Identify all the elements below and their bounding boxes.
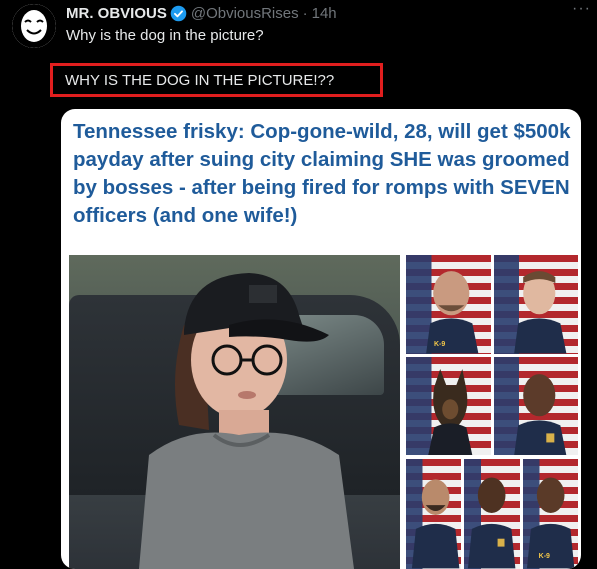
highlighted-caption-text: WHY IS THE DOG IN THE PICTURE!?? [65, 71, 335, 89]
tweet-header: MR. OBVIOUS @ObviousRises · 14h [66, 3, 587, 23]
highlighted-caption: WHY IS THE DOG IN THE PICTURE!?? [50, 63, 383, 97]
avatar-mask-icon [12, 4, 56, 48]
officer-photo [464, 459, 520, 569]
woman-in-cap-figure [139, 273, 354, 569]
officer-photo: K-9 [406, 255, 491, 354]
officer-photo [493, 356, 578, 455]
more-options-icon[interactable]: ··· [572, 0, 591, 18]
officer-photo-grid: K-9 [406, 255, 578, 455]
k9-patch-label: K-9 [538, 553, 550, 560]
timestamp[interactable]: 14h [312, 5, 337, 22]
tweet-text: Why is the dog in the picture? [66, 27, 264, 44]
embedded-image-card[interactable]: Tennessee frisky: Cop-gone-wild, 28, wil… [61, 109, 581, 569]
officer-photo: K-9 [522, 459, 578, 569]
officer-photo [406, 459, 462, 569]
avatar[interactable] [12, 4, 56, 48]
main-photo [69, 255, 400, 569]
article-headline: Tennessee frisky: Cop-gone-wild, 28, wil… [73, 120, 571, 227]
author-handle[interactable]: @ObviousRises [191, 5, 299, 22]
author-name[interactable]: MR. OBVIOUS [66, 5, 167, 22]
separator-dot: · [302, 4, 308, 22]
k9-patch-label: K-9 [434, 341, 446, 348]
officer-photo-row: K-9 [406, 459, 578, 569]
officer-photo [493, 255, 578, 354]
verified-badge-icon [170, 5, 187, 22]
k9-dog-photo [406, 356, 491, 455]
